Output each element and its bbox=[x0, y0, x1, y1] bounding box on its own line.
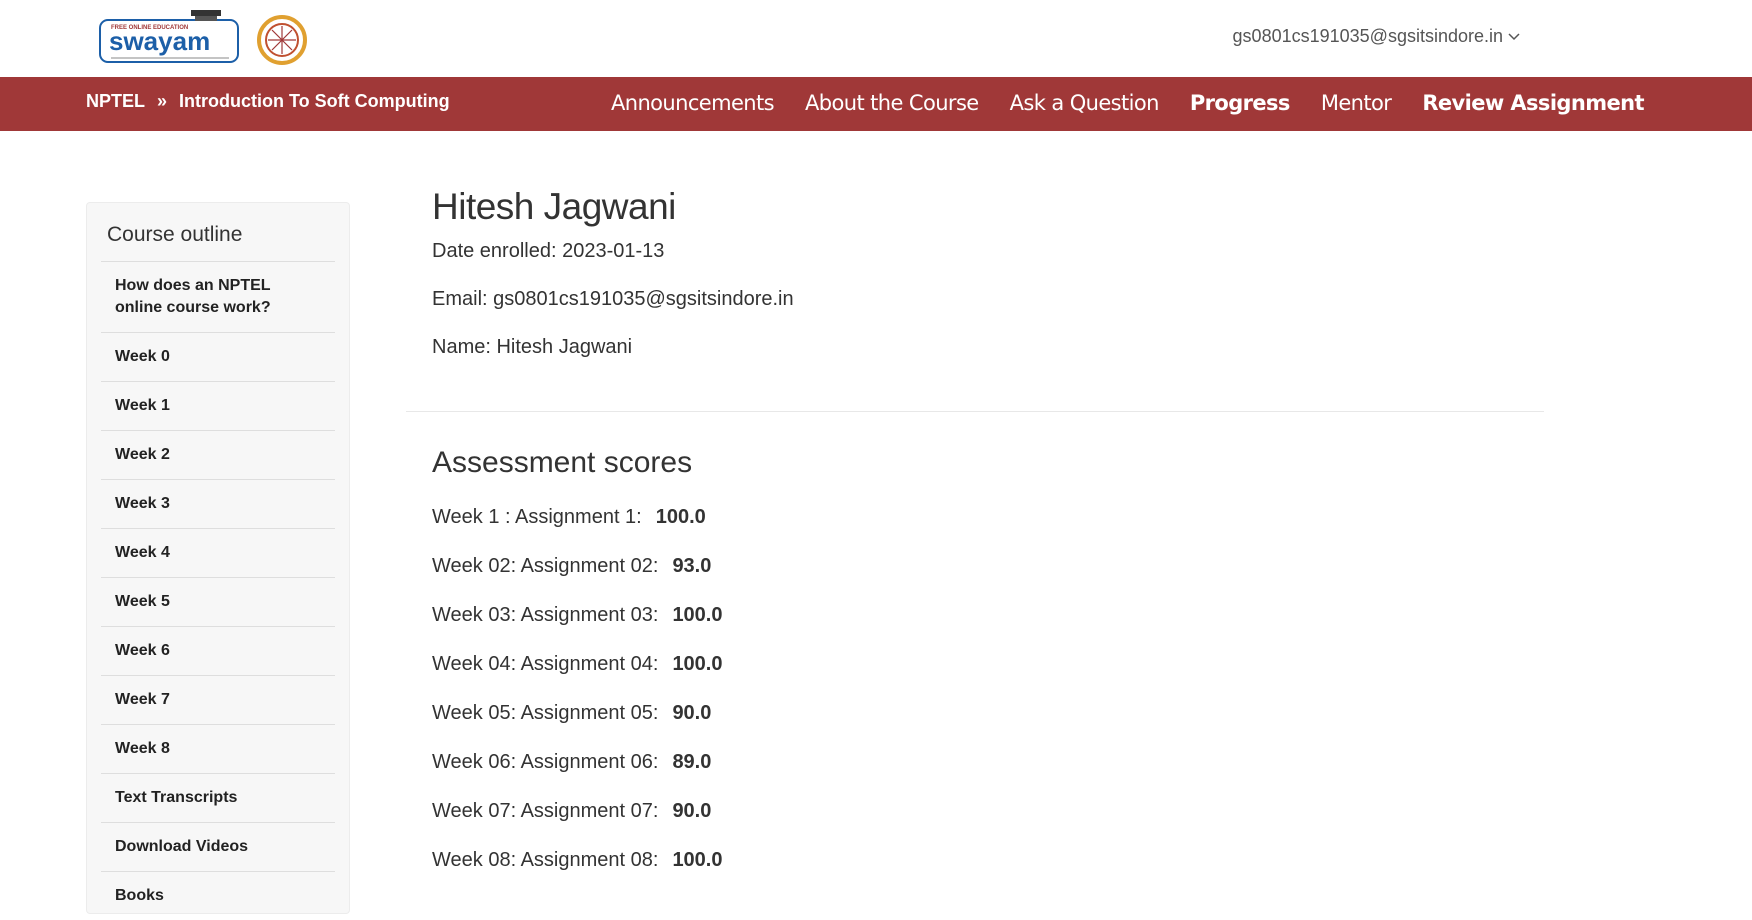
nav-mentor[interactable]: Mentor bbox=[1321, 91, 1392, 115]
score-value: 90.0 bbox=[672, 702, 712, 724]
nav-about-course[interactable]: About the Course bbox=[805, 91, 979, 115]
score-row: Week 07: Assignment 07: 90.0 bbox=[432, 800, 723, 849]
score-row: Week 02: Assignment 02: 93.0 bbox=[432, 555, 723, 604]
svg-text:swayam: swayam bbox=[109, 26, 210, 56]
score-row: Week 03: Assignment 03: 100.0 bbox=[432, 604, 723, 653]
score-label: Week 02: Assignment 02: bbox=[432, 555, 659, 577]
assessment-scores: Assessment scores Week 1 : Assignment 1:… bbox=[432, 446, 723, 898]
nav-links: Announcements About the Course Ask a Que… bbox=[611, 91, 1645, 115]
sidebar-item-week-2[interactable]: Week 2 bbox=[101, 430, 335, 479]
nav-progress[interactable]: Progress bbox=[1190, 91, 1291, 115]
student-name: Hitesh Jagwani bbox=[432, 186, 676, 227]
score-value: 100.0 bbox=[672, 849, 723, 871]
user-account-menu[interactable]: gs0801cs191035@sgsitsindore.in bbox=[1233, 26, 1520, 47]
government-seal-icon bbox=[257, 15, 307, 65]
chevron-down-icon bbox=[1508, 32, 1520, 40]
score-label: Week 08: Assignment 08: bbox=[432, 849, 659, 871]
score-row: Week 06: Assignment 06: 89.0 bbox=[432, 751, 723, 800]
student-email: Email: gs0801cs191035@sgsitsindore.in bbox=[432, 288, 794, 310]
score-label: Week 1 : Assignment 1: bbox=[432, 506, 642, 528]
score-row: Week 1 : Assignment 1: 100.0 bbox=[432, 506, 723, 555]
sidebar-item-how-it-works[interactable]: How does an NPTEL online course work? bbox=[101, 261, 335, 332]
breadcrumb-course[interactable]: Introduction To Soft Computing bbox=[179, 91, 450, 112]
sidebar-item-week-5[interactable]: Week 5 bbox=[101, 577, 335, 626]
sidebar-item-text-transcripts[interactable]: Text Transcripts bbox=[101, 773, 335, 822]
score-value: 89.0 bbox=[672, 751, 712, 773]
sidebar-item-books[interactable]: Books bbox=[101, 871, 335, 920]
breadcrumb-nptel[interactable]: NPTEL bbox=[86, 91, 145, 112]
score-label: Week 07: Assignment 07: bbox=[432, 800, 659, 822]
user-email: gs0801cs191035@sgsitsindore.in bbox=[1232, 26, 1503, 46]
score-label: Week 06: Assignment 06: bbox=[432, 751, 659, 773]
sidebar-item-download-videos[interactable]: Download Videos bbox=[101, 822, 335, 871]
score-value: 93.0 bbox=[672, 555, 712, 577]
sidebar-item-week-3[interactable]: Week 3 bbox=[101, 479, 335, 528]
sidebar-title: Course outline bbox=[107, 223, 243, 246]
sidebar-list: How does an NPTEL online course work? We… bbox=[87, 261, 349, 920]
score-value: 90.0 bbox=[672, 800, 712, 822]
score-row: Week 04: Assignment 04: 100.0 bbox=[432, 653, 723, 702]
sidebar-item-week-6[interactable]: Week 6 bbox=[101, 626, 335, 675]
swayam-logo[interactable]: FREE ONLINE EDUCATION swayam bbox=[99, 8, 241, 66]
sidebar-item-week-0[interactable]: Week 0 bbox=[101, 332, 335, 381]
score-row: Week 08: Assignment 08: 100.0 bbox=[432, 849, 723, 898]
score-label: Week 04: Assignment 04: bbox=[432, 653, 659, 675]
date-enrolled: Date enrolled: 2023-01-13 bbox=[432, 240, 665, 262]
sidebar-item-week-1[interactable]: Week 1 bbox=[101, 381, 335, 430]
score-row: Week 05: Assignment 05: 90.0 bbox=[432, 702, 723, 751]
student-info: Hitesh Jagwani Date enrolled: 2023-01-13… bbox=[432, 186, 1544, 384]
top-header: FREE ONLINE EDUCATION swayam gs0801cs191… bbox=[0, 0, 1752, 77]
nav-review-assignment[interactable]: Review Assignment bbox=[1422, 91, 1644, 115]
course-outline-sidebar: Course outline How does an NPTEL online … bbox=[86, 202, 350, 914]
score-label: Week 03: Assignment 03: bbox=[432, 604, 659, 626]
section-divider bbox=[406, 411, 1544, 412]
breadcrumb-separator: » bbox=[157, 91, 168, 111]
nav-announcements[interactable]: Announcements bbox=[611, 91, 775, 115]
sidebar-item-week-7[interactable]: Week 7 bbox=[101, 675, 335, 724]
course-navbar: NPTEL » Introduction To Soft Computing A… bbox=[0, 77, 1752, 131]
assessment-title: Assessment scores bbox=[432, 446, 693, 479]
score-label: Week 05: Assignment 05: bbox=[432, 702, 659, 724]
sidebar-item-week-8[interactable]: Week 8 bbox=[101, 724, 335, 773]
sidebar-item-week-4[interactable]: Week 4 bbox=[101, 528, 335, 577]
student-name-line: Name: Hitesh Jagwani bbox=[432, 336, 633, 358]
score-value: 100.0 bbox=[672, 604, 723, 626]
score-value: 100.0 bbox=[655, 506, 706, 528]
breadcrumb: NPTEL » Introduction To Soft Computing bbox=[86, 91, 450, 112]
score-value: 100.0 bbox=[672, 653, 723, 675]
nav-ask-question[interactable]: Ask a Question bbox=[1010, 91, 1160, 115]
